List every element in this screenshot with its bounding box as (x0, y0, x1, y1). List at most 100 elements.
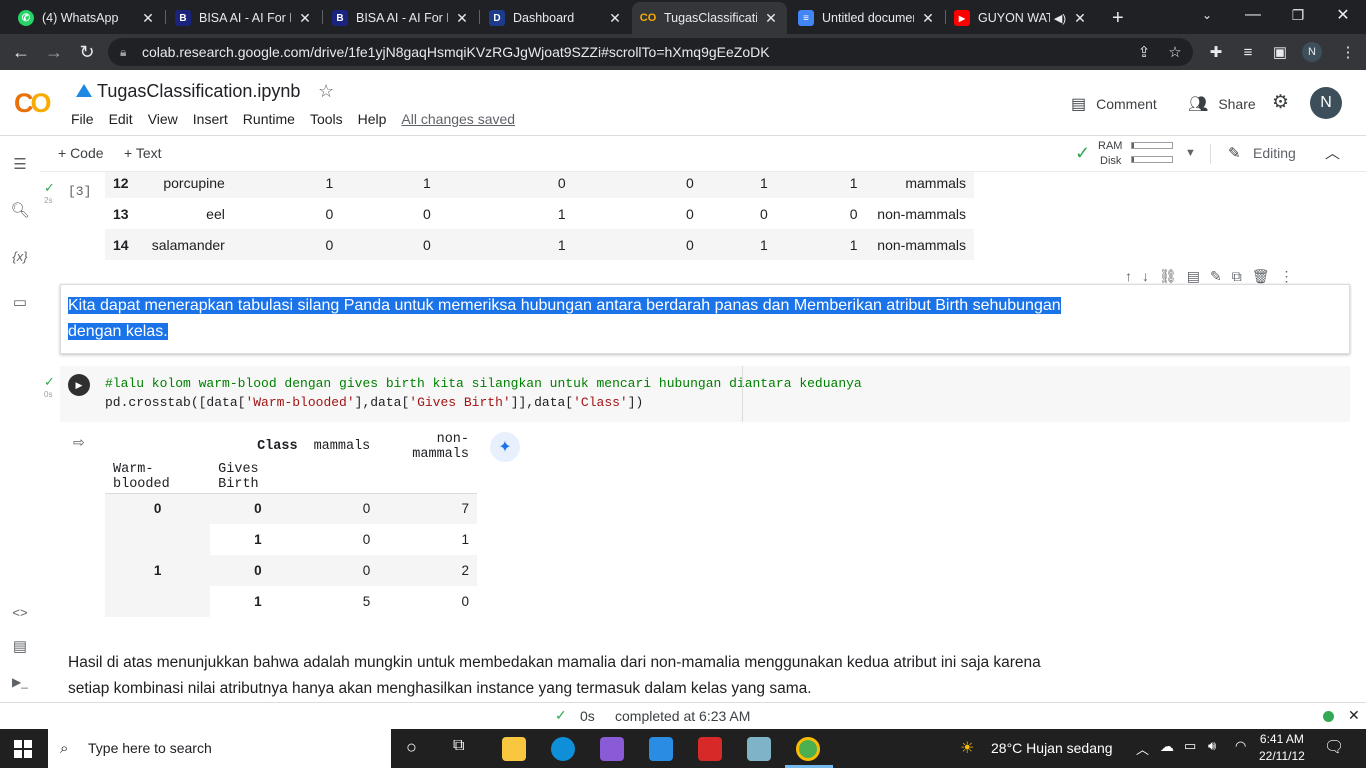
settings-gear-icon[interactable]: ⚙ (1272, 91, 1289, 114)
account-avatar[interactable]: N (1310, 87, 1342, 119)
close-status-icon[interactable]: ✕ (1348, 707, 1360, 724)
more-options-icon[interactable]: ⋮ (1280, 268, 1294, 285)
wifi-icon[interactable]: ◠ (1235, 738, 1246, 754)
battery-icon[interactable]: ▭ (1184, 738, 1196, 754)
files-folder-icon[interactable]: ▭ (10, 292, 30, 312)
tab-youtube[interactable]: ▶ GUYON WATON ◀) ✕ (946, 2, 1096, 34)
bookmark-star-icon[interactable]: ☆ (1165, 42, 1185, 62)
table-cell: salamander (151, 236, 225, 253)
notebook-title[interactable]: TugasClassification.ipynb (97, 81, 300, 102)
delete-cell-icon[interactable]: 🗑︎ (1252, 268, 1270, 285)
add-code-button[interactable]: + Code (58, 145, 104, 161)
browser-menu-icon[interactable]: ⋮ (1338, 42, 1358, 62)
collapse-header-icon[interactable]: ︿ (1325, 142, 1340, 163)
star-notebook-icon[interactable]: ☆ (318, 81, 334, 102)
taskbar-search-box[interactable]: ⌕ Type here to search (48, 729, 391, 768)
visual-studio-icon[interactable] (600, 737, 624, 761)
comment-cell-icon[interactable]: ▤ (1187, 268, 1200, 285)
table-cell: 0 (423, 236, 431, 253)
window-close-icon[interactable]: ✕ (1320, 0, 1366, 30)
dashboard-icon: D (489, 10, 505, 26)
magic-wand-icon[interactable]: ✦ (490, 432, 520, 462)
weather-icon[interactable]: ☀ (960, 738, 974, 758)
tab-bisa-ai-1[interactable]: B BISA AI - AI For Everyone ✕ (167, 2, 321, 34)
markdown-text-cell[interactable]: Hasil di atas menunjukkan bahwa adalah m… (68, 650, 1168, 702)
volume-icon[interactable]: 🔊︎ (1208, 738, 1216, 754)
close-tab-icon[interactable]: ✕ (454, 10, 470, 27)
chrome-icon[interactable] (796, 737, 820, 761)
task-view-icon[interactable]: ⧉ (453, 737, 464, 755)
edge-icon[interactable] (551, 737, 575, 761)
tab-search-icon[interactable]: ⌄ (1184, 0, 1230, 30)
windows-start-icon[interactable] (14, 740, 32, 758)
tab-bisa-ai-2[interactable]: B BISA AI - AI For Everyone ✕ (324, 2, 478, 34)
editing-mode-button[interactable]: Editing (1253, 145, 1296, 161)
back-icon[interactable]: ← (9, 40, 33, 64)
url-field[interactable]: 🔒︎ colab.research.google.com/drive/1fe1y… (108, 38, 1193, 66)
run-cell-button[interactable]: ▶ (68, 374, 90, 396)
variables-icon[interactable]: {x} (10, 246, 30, 266)
forward-icon[interactable]: → (42, 40, 66, 64)
terminal-icon[interactable]: ▶_ (10, 672, 30, 692)
move-down-icon[interactable]: ↓ (1142, 268, 1149, 285)
menu-runtime[interactable]: Runtime (243, 111, 295, 127)
edit-cell-icon[interactable]: ✎ (1210, 268, 1222, 285)
colab-logo[interactable]: CO (14, 88, 51, 119)
file-explorer-icon[interactable] (502, 737, 526, 761)
menu-help[interactable]: Help (358, 111, 387, 127)
profile-avatar[interactable]: N (1302, 42, 1322, 62)
menu-tools[interactable]: Tools (310, 111, 343, 127)
mirror-cell-icon[interactable]: ⧉ (1232, 268, 1242, 285)
text-cell-selected[interactable]: Kita dapat menerapkan tabulasi silang Pa… (60, 284, 1350, 354)
table-row: 1 0 1 (105, 524, 477, 555)
google-drive-icon[interactable] (76, 84, 92, 97)
command-palette-icon[interactable]: ▤ (10, 636, 30, 656)
output-icon[interactable]: ⇨ (73, 434, 85, 451)
share-page-icon[interactable]: ⇪ (1134, 42, 1154, 62)
new-tab-button[interactable]: + (1104, 2, 1134, 34)
side-panel-icon[interactable]: ▣ (1270, 42, 1290, 62)
minimize-icon[interactable]: — (1230, 0, 1276, 30)
table-cell: 0 (849, 205, 858, 222)
vscode-icon[interactable] (649, 737, 673, 761)
code-snippets-icon[interactable]: <> (10, 602, 30, 622)
close-tab-icon[interactable]: ✕ (140, 10, 156, 27)
search-icon[interactable]: 🔍︎ (10, 200, 30, 220)
tray-overflow-icon[interactable]: ︿ (1136, 739, 1149, 758)
menu-view[interactable]: View (148, 111, 178, 127)
reload-icon[interactable]: ↻ (75, 40, 99, 64)
menu-file[interactable]: File (71, 111, 94, 127)
table-cell: 1 (325, 174, 334, 191)
media-control-icon[interactable]: ≡ (1238, 42, 1258, 62)
cortana-icon[interactable]: ○ (406, 737, 417, 758)
link-icon[interactable]: ⛓ (1159, 268, 1177, 285)
wps-office-icon[interactable] (698, 737, 722, 761)
add-text-button[interactable]: + Text (124, 145, 162, 161)
tab-whatsapp[interactable]: ✆ (4) WhatsApp ✕ (10, 2, 164, 34)
audio-playing-icon[interactable]: ◀) (1054, 12, 1066, 25)
runtime-dropdown-icon[interactable]: ▼ (1185, 147, 1196, 159)
close-tab-icon[interactable]: ✕ (920, 10, 936, 27)
code-cell[interactable]: ▶ #lalu kolom warm-blood dengan gives bi… (60, 366, 1350, 422)
restore-icon[interactable]: ❐ (1275, 0, 1321, 30)
onedrive-icon[interactable]: ☁ (1160, 738, 1174, 755)
extensions-icon[interactable]: ✚ (1206, 42, 1226, 62)
tab-colab-active[interactable]: CO TugasClassification.ipynb ✕ (632, 2, 787, 34)
system-clock[interactable]: 6:41 AM 22/11/12 (1259, 731, 1305, 765)
close-tab-icon[interactable]: ✕ (297, 10, 313, 27)
table-of-contents-icon[interactable]: ☰ (10, 154, 30, 174)
move-up-icon[interactable]: ↑ (1125, 268, 1132, 285)
tab-docs[interactable]: ≡ Untitled document ✕ (790, 2, 944, 34)
close-tab-icon[interactable]: ✕ (607, 10, 623, 27)
save-status-link[interactable]: All changes saved (401, 111, 515, 127)
share-button[interactable]: 👥︎ Share (1188, 94, 1256, 114)
close-tab-icon[interactable]: ✕ (763, 10, 779, 27)
notepad-icon[interactable] (747, 737, 771, 761)
comment-button[interactable]: ▤ Comment (1071, 94, 1157, 114)
close-tab-icon[interactable]: ✕ (1072, 10, 1088, 27)
notification-center-icon[interactable]: 🗨︎ (1324, 737, 1344, 757)
menu-edit[interactable]: Edit (109, 111, 133, 127)
tab-dashboard[interactable]: D Dashboard ✕ (481, 2, 631, 34)
search-icon: ⌕ (60, 740, 69, 757)
menu-insert[interactable]: Insert (193, 111, 228, 127)
